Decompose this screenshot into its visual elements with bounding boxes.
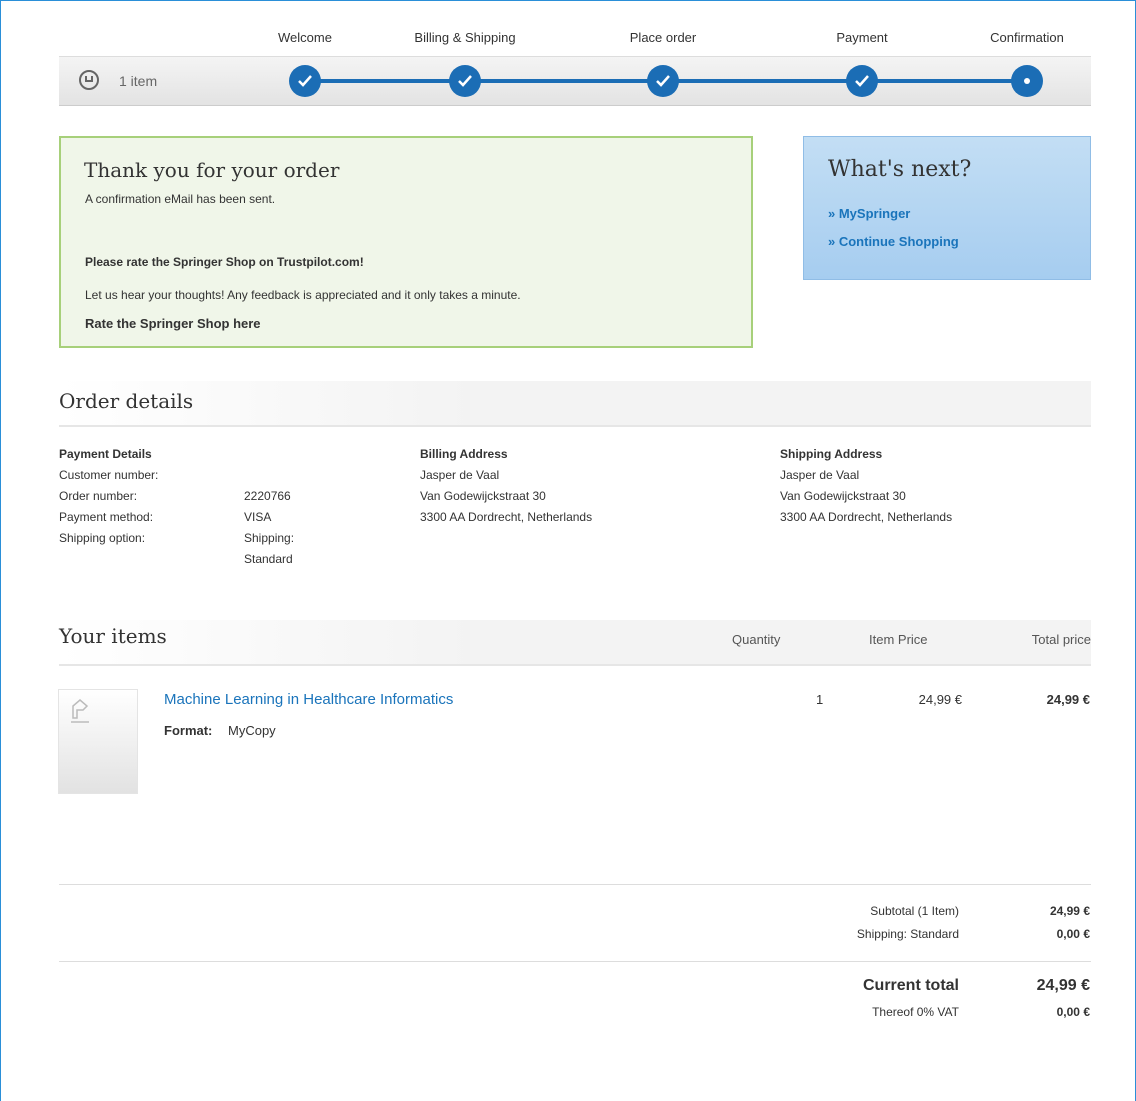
confirmation-sent-text: A confirmation eMail has been sent. — [85, 192, 276, 206]
checkmark-icon — [656, 75, 670, 87]
cart-count[interactable]: 1 item — [119, 73, 157, 89]
step-label-billing-shipping: Billing & Shipping — [414, 30, 516, 45]
shipping-cost-label: Shipping: Standard — [856, 927, 959, 941]
shipping-option-value-2: Standard — [244, 552, 293, 566]
item-format-value: MyCopy — [228, 723, 276, 738]
your-items-title: Your items — [59, 624, 167, 648]
step-node-place-order — [647, 65, 679, 97]
whats-next-box: What's next? » MySpringer » Continue Sho… — [803, 136, 1091, 280]
checkmark-icon — [855, 75, 869, 87]
shipping-option-label: Shipping option: — [59, 531, 146, 545]
item-price: 24,99 € — [918, 692, 962, 707]
shipping-cost-value: 0,00 € — [1056, 927, 1090, 941]
current-total-value: 24,99 € — [1036, 977, 1090, 994]
order-number-value: 2220766 — [244, 489, 291, 503]
rate-shop-link[interactable]: Rate the Springer Shop here — [85, 316, 261, 331]
step-node-confirmation — [1011, 65, 1043, 97]
billing-name: Jasper de Vaal — [420, 468, 500, 482]
totals-divider-top — [59, 884, 1091, 885]
your-items-header: Your items Quantity Item Price Total pri… — [59, 620, 1091, 666]
whats-next-title: What's next? — [828, 157, 972, 182]
billing-city: 3300 AA Dordrecht, Netherlands — [420, 510, 593, 524]
shipping-address-heading: Shipping Address — [780, 447, 883, 461]
checkout-progress-bar: 1 item — [59, 56, 1091, 106]
step-node-payment — [846, 65, 878, 97]
myspringer-link[interactable]: » MySpringer — [828, 206, 910, 221]
step-label-confirmation: Confirmation — [990, 30, 1064, 45]
checkmark-icon — [298, 75, 312, 87]
shipping-city: 3300 AA Dordrecht, Netherlands — [780, 510, 953, 524]
payment-method-value: VISA — [244, 510, 272, 524]
vat-value: 0,00 € — [1056, 1005, 1090, 1019]
step-label-place-order: Place order — [629, 30, 697, 45]
step-label-payment: Payment — [836, 30, 888, 45]
shipping-option-value: Shipping: — [244, 531, 295, 545]
book-cover-thumbnail[interactable] — [58, 689, 138, 794]
quantity-column-header: Quantity — [732, 632, 781, 647]
book-placeholder-icon — [71, 699, 89, 723]
shipping-name: Jasper de Vaal — [780, 468, 860, 482]
item-price-column-header: Item Price — [869, 632, 928, 647]
thanks-title: Thank you for your order — [84, 158, 340, 182]
step-node-welcome — [289, 65, 321, 97]
item-format-label: Format: — [164, 723, 213, 738]
rate-heading: Please rate the Springer Shop on Trustpi… — [85, 255, 364, 269]
cart-icon[interactable] — [79, 70, 99, 90]
shipping-street: Van Godewijckstraat 30 — [780, 489, 906, 503]
item-title-link[interactable]: Machine Learning in Healthcare Informati… — [164, 691, 453, 708]
totals-divider-bottom — [59, 961, 1091, 962]
vat-label: Thereof 0% VAT — [872, 1005, 959, 1019]
billing-address-heading: Billing Address — [420, 447, 508, 461]
step-node-billing-shipping — [449, 65, 481, 97]
order-details-header: Order details — [59, 381, 1091, 427]
payment-method-label: Payment method: — [59, 510, 154, 524]
checkmark-icon — [458, 75, 472, 87]
billing-street: Van Godewijckstraat 30 — [420, 489, 546, 503]
payment-details-heading: Payment Details — [59, 447, 152, 461]
customer-number-label: Customer number: — [59, 468, 159, 482]
total-price-column-header: Total price — [1031, 632, 1091, 647]
subtotal-label: Subtotal (1 Item) — [870, 904, 959, 918]
current-total-label: Current total — [863, 977, 959, 994]
order-details-title: Order details — [59, 389, 194, 413]
item-quantity: 1 — [816, 692, 824, 707]
order-confirmation-box: Thank you for your order A confirmation … — [59, 136, 753, 348]
subtotal-value: 24,99 € — [1049, 904, 1090, 918]
continue-shopping-link[interactable]: » Continue Shopping — [828, 234, 959, 249]
rate-text: Let us hear your thoughts! Any feedback … — [85, 288, 521, 302]
step-label-welcome: Welcome — [278, 30, 332, 45]
order-number-label: Order number: — [59, 489, 138, 503]
item-total-price: 24,99 € — [1046, 692, 1090, 707]
